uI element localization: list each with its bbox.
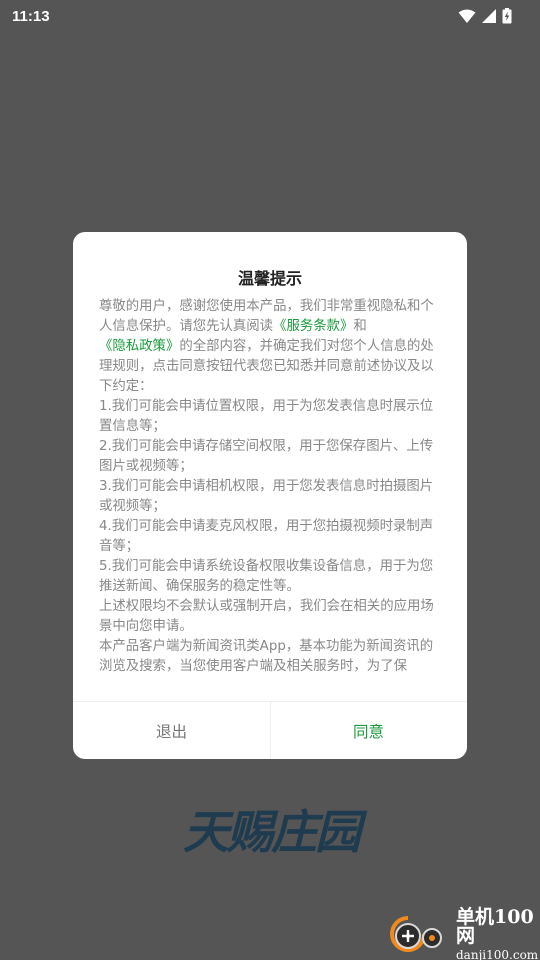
paragraph-text: 4.我们可能会申请麦克风权限，用于您拍摄视频时录制声音等；	[99, 519, 434, 554]
dialog-paragraph: 本产品客户端为新闻资讯类App，基本功能为新闻资讯的浏览及搜索，当您使用客户端及…	[99, 637, 441, 677]
exit-button[interactable]: 退出	[73, 702, 270, 759]
dialog-paragraph: 4.我们可能会申请麦克风权限，用于您拍摄视频时录制声音等；	[99, 517, 441, 557]
paragraph-text: 尊敬的用户，感谢您使用本产品，我们非常重视隐私和个人信息保护。请您先认真阅读	[99, 299, 434, 334]
paragraph-text: 2.我们可能会申请存储空间权限，用于您保存图片、上传图片或视频等；	[99, 439, 434, 474]
paragraph-text: 3.我们可能会申请相机权限，用于您发表信息时拍摄图片或视频等；	[99, 479, 434, 514]
paragraph-text: 和	[353, 319, 367, 334]
status-bar: 11:13	[0, 0, 540, 32]
site-watermark: 单机100网 danji100.com	[390, 907, 540, 960]
cellular-signal-icon	[482, 9, 496, 23]
policy-link[interactable]: 《服务条款》	[273, 319, 353, 334]
policy-link[interactable]: 《隐私政策》	[99, 339, 179, 354]
agree-button[interactable]: 同意	[270, 702, 467, 759]
privacy-dialog: 温馨提示 尊敬的用户，感谢您使用本产品，我们非常重视隐私和个人信息保护。请您先认…	[73, 232, 467, 759]
paragraph-text: 1.我们可能会申请位置权限，用于为您发表信息时展示位置信息等；	[99, 399, 434, 434]
paragraph-text: 上述权限均不会默认或强制开启，我们会在相关的应用场景中向您申请。	[99, 599, 434, 634]
dialog-paragraph: 尊敬的用户，感谢您使用本产品，我们非常重视隐私和个人信息保护。请您先认真阅读《服…	[99, 297, 441, 397]
watermark-gamepad-icon	[390, 914, 450, 954]
dialog-body[interactable]: 尊敬的用户，感谢您使用本产品，我们非常重视隐私和个人信息保护。请您先认真阅读《服…	[99, 297, 441, 685]
status-icons	[458, 8, 512, 24]
brand-logo-text: 天赐庄园	[183, 805, 361, 859]
paragraph-text: 本产品客户端为新闻资讯类App，基本功能为新闻资讯的浏览及搜索，当您使用客户端及…	[99, 639, 434, 674]
dialog-paragraph: 3.我们可能会申请相机权限，用于您发表信息时拍摄图片或视频等；	[99, 477, 441, 517]
watermark-name: 单机100网	[456, 905, 534, 947]
dialog-paragraph: 1.我们可能会申请位置权限，用于为您发表信息时展示位置信息等；	[99, 397, 441, 437]
status-time: 11:13	[12, 7, 50, 25]
battery-charging-icon	[502, 8, 512, 24]
brand-logo: 天赐庄园	[166, 800, 376, 859]
dialog-paragraph: 5.我们可能会申请系统设备权限收集设备信息，用于为您推送新闻、确保服务的稳定性等…	[99, 557, 441, 597]
paragraph-text: 5.我们可能会申请系统设备权限收集设备信息，用于为您推送新闻、确保服务的稳定性等…	[99, 559, 434, 594]
dialog-title: 温馨提示	[237, 269, 302, 288]
wifi-icon	[458, 9, 476, 23]
dialog-paragraph: 2.我们可能会申请存储空间权限，用于您保存图片、上传图片或视频等；	[99, 437, 441, 477]
watermark-url: danji100.com	[456, 947, 539, 960]
dialog-paragraph: 上述权限均不会默认或强制开启，我们会在相关的应用场景中向您申请。	[99, 597, 441, 637]
